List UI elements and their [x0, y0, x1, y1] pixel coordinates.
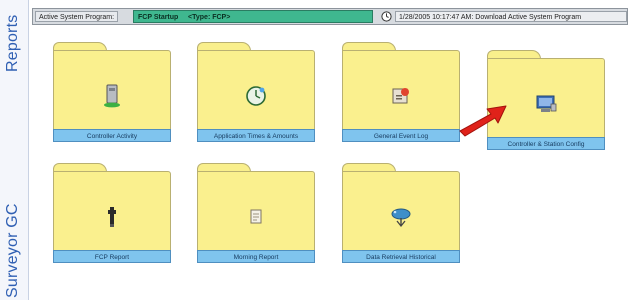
folder-label: Controller & Station Config	[487, 137, 605, 150]
folder-fcp-report[interactable]: FCP Report	[53, 163, 171, 263]
red-pointer-arrow-icon	[456, 98, 516, 138]
event-log-icon	[386, 82, 416, 110]
status-bar: Active System Program: FCP Startup <Type…	[32, 8, 628, 25]
status-message: 1/28/2005 10:17:47 AM: Download Active S…	[395, 11, 627, 22]
folder-controller-activity[interactable]: Controller Activity	[53, 42, 171, 142]
rail-tab-surveyor-gc[interactable]: Surveyor GC	[4, 203, 22, 298]
folder-general-event-log[interactable]: General Event Log	[342, 42, 460, 142]
application-times-icon	[241, 82, 271, 110]
controller-activity-icon	[97, 82, 127, 110]
controller-config-icon	[531, 90, 561, 118]
folder-label: Application Times & Amounts	[197, 129, 315, 142]
left-rail: Reports Surveyor GC	[0, 0, 29, 300]
data-retrieval-icon	[386, 203, 416, 231]
folder-morning-report[interactable]: Morning Report	[197, 163, 315, 263]
active-program-label: Active System Program:	[35, 11, 119, 22]
folder-label: Morning Report	[197, 250, 315, 263]
clock-icon[interactable]	[379, 10, 393, 23]
rail-tab-reports[interactable]: Reports	[4, 15, 22, 72]
folder-label: Data Retrieval Historical	[342, 250, 460, 263]
folder-label: Controller Activity	[53, 129, 171, 142]
folder-data-retrieval[interactable]: Data Retrieval Historical	[342, 163, 460, 263]
folder-label: FCP Report	[53, 250, 171, 263]
fcp-report-icon	[97, 203, 127, 231]
active-program-field[interactable]: FCP Startup <Type: FCP>	[133, 10, 373, 23]
morning-report-icon	[241, 203, 271, 231]
folder-label: General Event Log	[342, 129, 460, 142]
folder-application-times[interactable]: Application Times & Amounts	[197, 42, 315, 142]
